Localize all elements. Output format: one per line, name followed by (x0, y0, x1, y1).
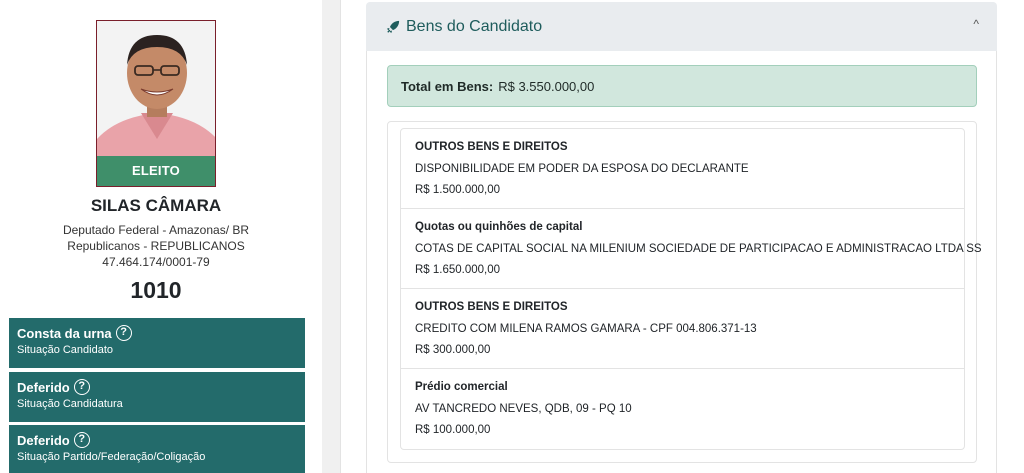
candidate-number: 1010 (130, 277, 182, 303)
status-subtitle: Situação Candidato (17, 344, 114, 356)
asset-type: Quotas ou quinhões de capital (415, 221, 583, 233)
status-title: Deferido (17, 379, 70, 395)
question-circle-icon[interactable]: ? (73, 379, 90, 395)
question-circle-icon[interactable]: ? (115, 325, 132, 341)
total-label: Total em Bens: (401, 78, 494, 94)
assets-card: Bens do Candidato ^ Total em Bens: R$ 3.… (340, 0, 1024, 473)
assets-list: OUTROS BENS E DIREITOS DISPONIBILIDADE E… (400, 128, 982, 450)
candidate-sidebar: ELEITO SILAS CÂMARA Deputado Federal - A… (0, 0, 322, 473)
asset-description: CREDITO COM MILENA RAMOS GAMARA - CPF 00… (415, 323, 757, 335)
asset-type: OUTROS BENS E DIREITOS (415, 301, 568, 313)
candidate-party: Republicanos - REPUBLICANOS (67, 239, 245, 253)
asset-value: R$ 300.000,00 (415, 344, 491, 356)
asset-value: R$ 100.000,00 (415, 424, 491, 436)
asset-description: COTAS DE CAPITAL SOCIAL NA MILENIUM SOCI… (415, 243, 982, 255)
assets-accordion-body: Total em Bens: R$ 3.550.000,00 OUTROS BE… (366, 51, 997, 473)
status-box-candidacy: Deferido ? Situação Candidatura (9, 372, 305, 422)
asset-value: R$ 1.650.000,00 (415, 264, 501, 276)
list-item: OUTROS BENS E DIREITOS CREDITO COM MILEN… (401, 289, 964, 369)
list-item: Quotas ou quinhões de capital COTAS DE C… (401, 209, 982, 289)
candidate-cnpj: 47.464.174/0001-79 (102, 255, 210, 269)
asset-description: AV TANCREDO NEVES, QDB, 09 - PQ 10 (415, 403, 632, 415)
total-assets-alert: Total em Bens: R$ 3.550.000,00 (387, 65, 977, 107)
rocket-icon (386, 20, 400, 33)
asset-type: OUTROS BENS E DIREITOS (415, 141, 568, 153)
status-subtitle: Situação Candidatura (17, 398, 123, 410)
status-subtitle: Situação Partido/Federação/Coligação (17, 451, 206, 463)
status-title: Consta da urna (17, 325, 112, 341)
status-title: Deferido (17, 432, 70, 448)
question-circle-icon[interactable]: ? (73, 432, 90, 448)
list-item: Prédio comercial AV TANCREDO NEVES, QDB,… (401, 369, 964, 449)
candidate-photo: ELEITO (96, 20, 216, 187)
status-box-candidate: Consta da urna ? Situação Candidato (9, 318, 305, 368)
asset-type: Prédio comercial (415, 381, 508, 393)
asset-value: R$ 1.500.000,00 (415, 184, 501, 196)
assets-accordion-header[interactable]: Bens do Candidato ^ (366, 2, 997, 51)
elected-badge: ELEITO (97, 156, 215, 186)
asset-description: DISPONIBILIDADE EM PODER DA ESPOSA DO DE… (415, 163, 749, 175)
assets-title: Bens do Candidato (406, 17, 543, 35)
list-item: OUTROS BENS E DIREITOS DISPONIBILIDADE E… (401, 129, 964, 209)
candidate-name: SILAS CÂMARA (90, 196, 222, 215)
candidate-office: Deputado Federal - Amazonas/ BR (62, 223, 250, 237)
status-box-party: Deferido ? Situação Partido/Federação/Co… (9, 425, 305, 473)
total-value: R$ 3.550.000,00 (498, 78, 595, 94)
assets-list-container: OUTROS BENS E DIREITOS DISPONIBILIDADE E… (387, 121, 982, 463)
chevron-up-icon[interactable]: ^ (973, 17, 979, 31)
